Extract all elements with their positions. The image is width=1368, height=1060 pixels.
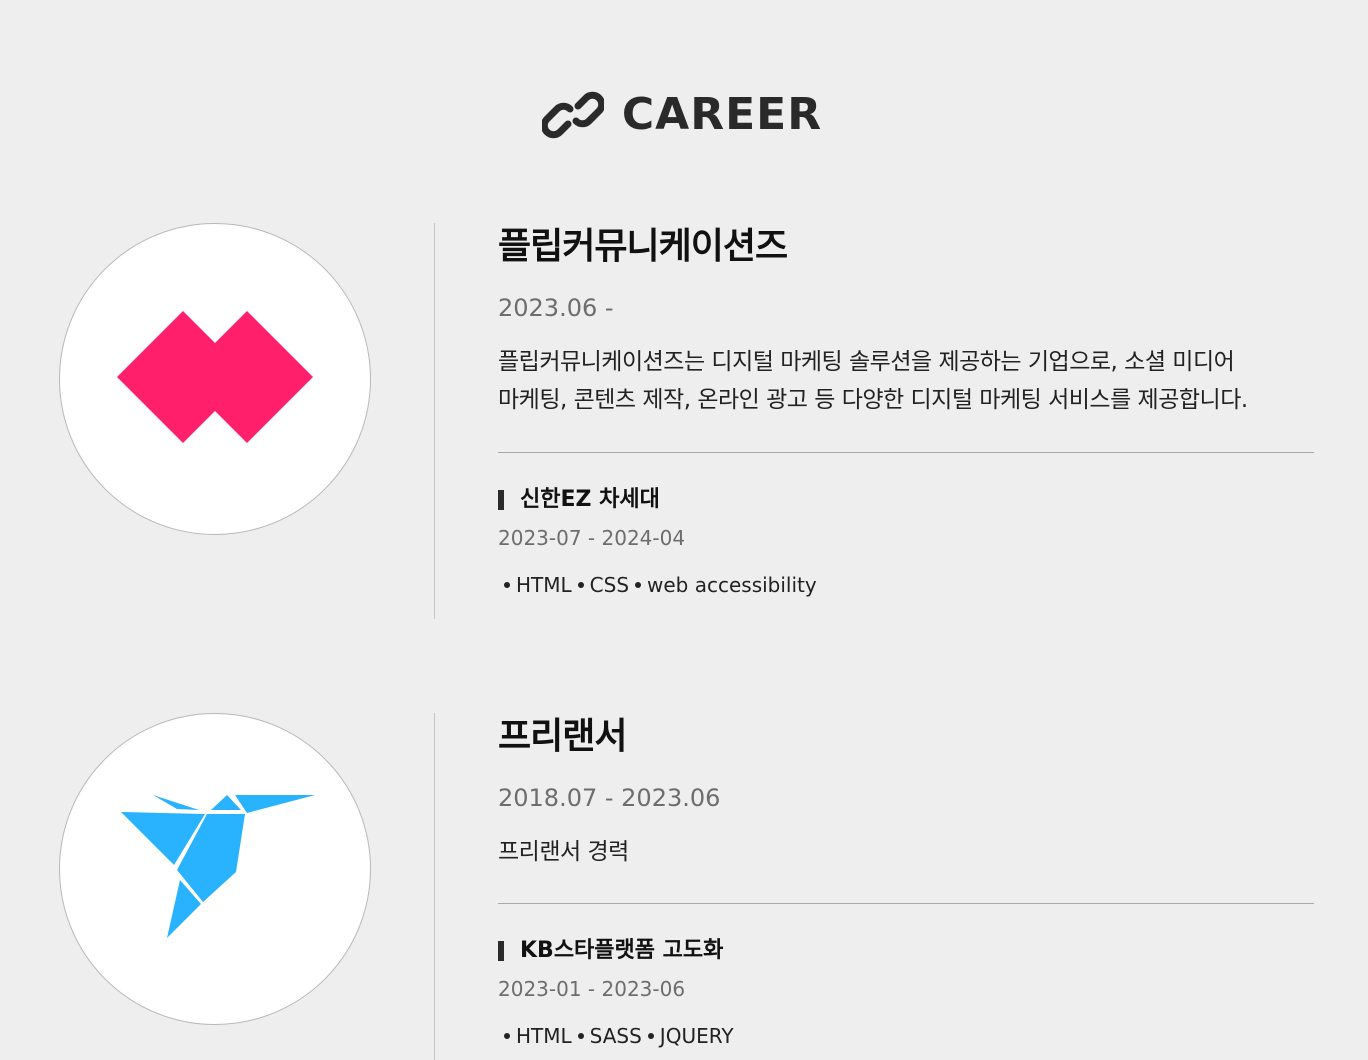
skill-tag-label: HTML (516, 1024, 572, 1048)
description-line: 프리랜서 경력 (498, 839, 629, 865)
section-title: CAREER (621, 89, 823, 140)
company-name: 프리랜서 (498, 716, 627, 757)
project-period: 2023-01 - 2023-06 (498, 977, 686, 1001)
project-item: 신한EZ 차세대 2023-07 - 2024-04 HTML CSS web … (498, 485, 1314, 597)
bird-logo-icon (115, 792, 315, 946)
company-logo (59, 223, 371, 535)
project-title-text: 신한EZ 차세대 (520, 487, 660, 512)
career-info: 프리랜서 2018.07 - 2023.06 프리랜서 경력 KB스타플랫폼 고… (498, 713, 1314, 1048)
bullet-icon (635, 582, 642, 588)
project-title: 신한EZ 차세대 (498, 485, 1314, 515)
skill-tag-label: JQUERY (659, 1024, 734, 1048)
career-description: 플립커뮤니케이션즈는 디지털 마케팅 솔루션을 제공하는 기업으로, 소셜 미디… (498, 343, 1314, 419)
bullet-icon (504, 582, 510, 588)
flip-logo-icon (117, 311, 313, 447)
bullet-icon (577, 1033, 584, 1039)
career-page: CAREER 플립커뮤니케이션즈 2023.06 - 플립커뮤니케이션즈는 디지… (0, 0, 1368, 1060)
company-name: 플립커뮤니케이션즈 (498, 226, 788, 267)
title-bar-marker (498, 490, 504, 510)
career-description: 프리랜서 경력 (498, 833, 1314, 871)
skill-tag: web accessibility (635, 573, 817, 597)
vertical-divider (434, 223, 435, 619)
company-logo (59, 713, 371, 1025)
bullet-icon (647, 1033, 654, 1039)
project-period: 2023-07 - 2024-04 (498, 526, 686, 550)
bullet-icon (577, 582, 584, 588)
bullet-icon (504, 1033, 510, 1039)
link-icon (541, 90, 604, 140)
vertical-divider (434, 713, 435, 1060)
skill-tag: JQUERY (647, 1024, 734, 1048)
skill-tag: SASS (577, 1024, 642, 1048)
description-line: 플립커뮤니케이션즈는 디지털 마케팅 솔루션을 제공하는 기업으로, 소셜 미디… (498, 349, 1235, 375)
project-item: KB스타플랫폼 고도화 2023-01 - 2023-06 HTML SASS … (498, 936, 1314, 1048)
skill-tags: HTML SASS JQUERY (498, 1024, 1314, 1048)
skill-tag: HTML (504, 573, 572, 597)
skill-tag-label: HTML (516, 573, 572, 597)
career-period: 2023.06 - (498, 294, 614, 322)
skill-tag-label: CSS (589, 573, 630, 597)
project-title-text: KB스타플랫폼 고도화 (520, 938, 724, 963)
skill-tag: CSS (577, 573, 630, 597)
section-header: CAREER (0, 90, 1368, 140)
skill-tag-label: SASS (589, 1024, 642, 1048)
skill-tags: HTML CSS web accessibility (498, 573, 1314, 597)
project-title: KB스타플랫폼 고도화 (498, 936, 1314, 966)
career-period: 2018.07 - 2023.06 (498, 784, 721, 812)
skill-tag: HTML (504, 1024, 572, 1048)
title-bar-marker (498, 941, 504, 961)
career-info: 플립커뮤니케이션즈 2023.06 - 플립커뮤니케이션즈는 디지털 마케팅 솔… (498, 223, 1314, 597)
description-line: 마케팅, 콘텐츠 제작, 온라인 광고 등 다양한 디지털 마케팅 서비스를 제… (498, 387, 1248, 413)
skill-tag-label: web accessibility (647, 573, 817, 597)
horizontal-divider (498, 452, 1314, 453)
horizontal-divider (498, 903, 1314, 904)
